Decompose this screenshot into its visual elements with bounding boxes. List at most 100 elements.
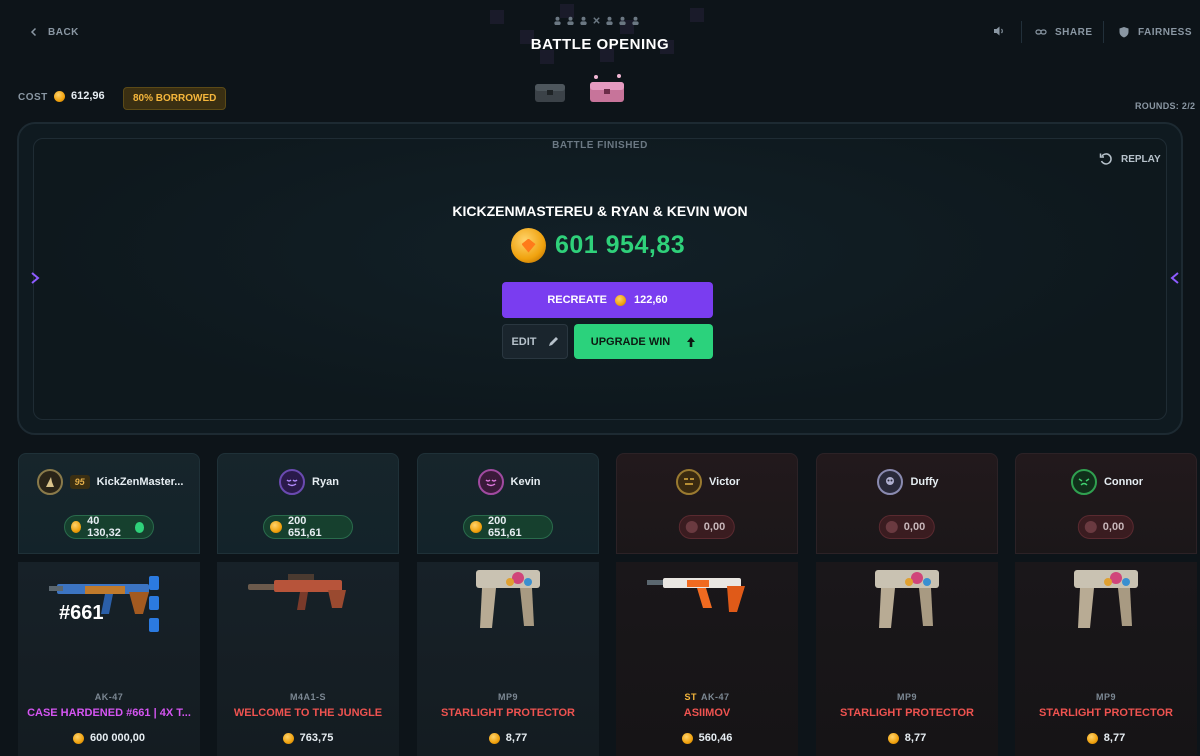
player-name[interactable]: Ryan — [312, 476, 339, 488]
item-price: 8,77 — [1015, 732, 1197, 744]
item-card[interactable]: M4A1-S WELCOME TO THE JUNGLE 763,75 — [217, 562, 399, 756]
fairness-button[interactable]: FAIRNESS — [1118, 26, 1192, 38]
price-value: 763,75 — [299, 732, 334, 744]
recreate-button[interactable]: RECREATE 122,60 — [502, 282, 713, 318]
chevron-right-icon[interactable] — [30, 271, 40, 290]
coin-icon — [470, 521, 482, 533]
coin-icon — [885, 521, 898, 533]
player-header: Victor 0,00 — [616, 453, 798, 554]
item-price: 8,77 — [816, 732, 998, 744]
price-value: 600 000,00 — [89, 732, 146, 744]
player-balance: 0,00 — [1077, 515, 1135, 539]
link-icon — [1035, 29, 1047, 35]
player-name[interactable]: Duffy — [910, 476, 938, 488]
edit-button[interactable]: EDIT — [502, 324, 568, 359]
player-name[interactable]: Victor — [709, 476, 740, 488]
player-column: Victor 0,00 ST AK-47 ASIIMOV 560,46 — [616, 453, 798, 756]
player-avatar-icon — [286, 479, 298, 487]
item-card[interactable]: MP9 STARLIGHT PROTECTOR 8,77 — [1015, 562, 1197, 756]
coin-icon — [887, 732, 899, 744]
mp9-weapon-image — [875, 570, 939, 628]
person-icon — [554, 16, 561, 25]
versus-icon — [593, 17, 600, 24]
battle-result-area — [33, 138, 1167, 420]
winners-text: KICKZENMASTEREU & RYAN & KEVIN WON — [452, 203, 748, 219]
team-indicator — [553, 16, 640, 25]
player-name[interactable]: KickZenMaster... — [97, 476, 184, 488]
player-balance: 0,00 — [878, 515, 936, 539]
item-price: 560,46 — [616, 732, 798, 744]
avatar[interactable] — [36, 469, 63, 495]
pattern-tag: #661 — [59, 602, 104, 624]
avatar[interactable] — [877, 469, 904, 495]
balance-value: 200 651,61 — [287, 515, 322, 539]
item-price: 8,77 — [417, 732, 599, 744]
person-icon — [567, 16, 574, 25]
balance-value: 0,00 — [903, 521, 926, 533]
player-avatar-icon — [485, 479, 497, 487]
price-value: 8,77 — [505, 732, 528, 744]
sound-button[interactable] — [993, 25, 1005, 37]
player-header: Ryan 200 651,61 — [217, 453, 399, 554]
chevron-left-icon[interactable] — [1170, 271, 1180, 290]
borrowed-badge: 80% BORROWED — [123, 87, 227, 110]
coin-icon — [270, 521, 282, 533]
item-card[interactable]: ST AK-47 ASIIMOV 560,46 — [616, 562, 798, 756]
person-icon — [580, 16, 587, 25]
cost-label: COST — [18, 92, 48, 103]
avatar[interactable] — [676, 469, 702, 495]
level-badge: 95 — [69, 475, 90, 489]
item-card[interactable]: #661 AK-47 CASE HARDENED #661 | 4X T... … — [18, 562, 200, 756]
player-name[interactable]: Connor — [1104, 476, 1143, 488]
recreate-cost: 122,60 — [634, 294, 668, 306]
player-column: 95 KickZenMaster... 40 130,32 #661 AK-47… — [18, 453, 200, 756]
share-button[interactable]: SHARE — [1035, 26, 1093, 38]
divider — [1103, 21, 1104, 43]
player-avatar-icon — [1078, 478, 1090, 486]
ak47-weapon-image — [647, 578, 745, 612]
player-column: Ryan 200 651,61 M4A1-S WELCOME TO THE JU… — [217, 453, 399, 756]
coin-icon — [1084, 521, 1097, 533]
page-title: BATTLE OPENING — [530, 36, 670, 53]
person-icon — [632, 16, 639, 25]
player-header: 95 KickZenMaster... 40 130,32 — [18, 453, 200, 554]
person-icon — [606, 16, 613, 25]
item-card[interactable]: MP9 STARLIGHT PROTECTOR 8,77 — [417, 562, 599, 756]
player-name[interactable]: Kevin — [511, 476, 541, 488]
avatar[interactable] — [477, 469, 504, 495]
arrow-up-icon — [687, 336, 696, 347]
price-value: 8,77 — [1103, 732, 1126, 744]
replay-button[interactable]: REPLAY — [1099, 152, 1161, 166]
pink-case-icon — [590, 74, 624, 102]
player-balance: 200 651,61 — [263, 515, 353, 539]
stattrak-badge: ST — [684, 692, 697, 702]
skin-name: STARLIGHT PROTECTOR — [839, 707, 975, 719]
weapon-type: MP9 — [896, 692, 917, 702]
skin-name: CASE HARDENED #661 | 4X T... — [27, 707, 191, 719]
player-name-row: Duffy — [817, 469, 999, 495]
avatar[interactable] — [279, 469, 306, 495]
player-avatar-icon — [684, 478, 694, 485]
item-price: 600 000,00 — [18, 732, 200, 744]
avatar[interactable] — [1070, 469, 1097, 495]
item-card[interactable]: MP9 STARLIGHT PROTECTOR 8,77 — [816, 562, 998, 756]
dark-case-icon — [535, 84, 565, 102]
balance-value: 0,00 — [1102, 521, 1125, 533]
upgrade-win-button[interactable]: UPGRADE WIN — [574, 324, 713, 359]
weapon-type: M4A1-S — [289, 692, 326, 702]
win-amount-value: 601 954,83 — [555, 231, 686, 259]
balance-value: 200 651,61 — [487, 515, 522, 539]
skin-name: STARLIGHT PROTECTOR — [440, 707, 576, 719]
coin-icon — [615, 294, 627, 306]
edit-label: EDIT — [511, 335, 537, 348]
coin-icon — [1086, 732, 1098, 744]
player-name-row: Connor — [1016, 469, 1198, 495]
speaker-icon — [994, 26, 1003, 36]
coin-icon — [488, 732, 500, 744]
weapon-type: MP9 — [497, 692, 518, 702]
skin-name: ASIIMOV — [683, 707, 731, 719]
balance-value: 0,00 — [703, 521, 726, 533]
weapon-type-label: AK-47 — [701, 692, 730, 702]
m4a1s-weapon-image — [248, 574, 346, 610]
player-avatar-icon — [886, 477, 895, 485]
